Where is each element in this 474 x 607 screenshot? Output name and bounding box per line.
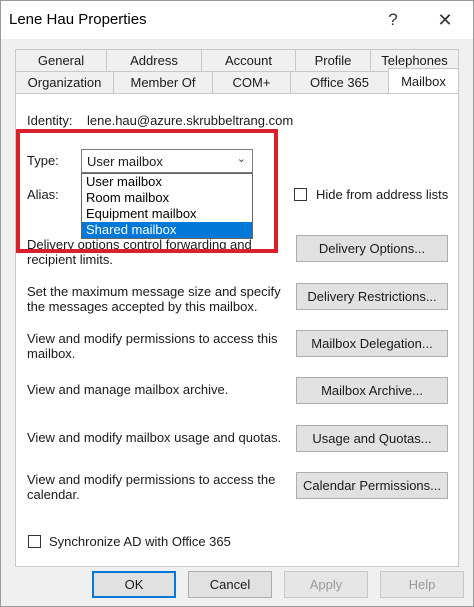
- ok-button[interactable]: OK: [92, 571, 176, 598]
- tab-address[interactable]: Address: [106, 49, 202, 71]
- type-selected-value: User mailbox: [87, 154, 163, 169]
- window-title: Lene Hau Properties: [9, 11, 147, 28]
- identity-value: lene.hau@azure.skrubbeltrang.com: [87, 113, 294, 128]
- tab-member-of[interactable]: Member Of: [113, 71, 213, 93]
- title-bar: Lene Hau Properties ? ✕: [1, 1, 473, 39]
- option-shared-mailbox[interactable]: Shared mailbox: [82, 222, 252, 238]
- option-user-mailbox[interactable]: User mailbox: [82, 174, 252, 190]
- tab-mailbox[interactable]: Mailbox: [388, 68, 459, 93]
- close-icon[interactable]: ✕: [431, 7, 459, 33]
- hide-from-address-lists-checkbox[interactable]: [294, 188, 307, 201]
- help-button[interactable]: Help: [380, 571, 464, 598]
- tab-general[interactable]: General: [15, 49, 107, 71]
- delivery-options-button[interactable]: Delivery Options...: [296, 235, 448, 262]
- mailbox-archive-button[interactable]: Mailbox Archive...: [296, 377, 448, 404]
- hide-from-address-lists-label: Hide from address lists: [316, 187, 449, 202]
- type-label: Type:: [27, 153, 59, 168]
- chevron-down-icon[interactable]: ⌄: [237, 152, 246, 165]
- tab-row-2: Organization Member Of COM+ Office 365 M…: [15, 68, 459, 93]
- sync-office365-checkbox[interactable]: [28, 535, 41, 548]
- help-icon[interactable]: ?: [379, 7, 407, 33]
- option-room-mailbox[interactable]: Room mailbox: [82, 190, 252, 206]
- sync-office365-label: Synchronize AD with Office 365: [49, 534, 231, 549]
- mailbox-archive-desc: View and manage mailbox archive.: [27, 382, 229, 397]
- apply-button[interactable]: Apply: [284, 571, 368, 598]
- calendar-permissions-button[interactable]: Calendar Permissions...: [296, 472, 448, 499]
- tab-account[interactable]: Account: [201, 49, 296, 71]
- tab-organization[interactable]: Organization: [15, 71, 114, 93]
- option-equipment-mailbox[interactable]: Equipment mailbox: [82, 206, 252, 222]
- calendar-permissions-desc: View and modify permissions to access th…: [27, 472, 276, 502]
- delivery-restrictions-desc: Set the maximum message size and specify…: [27, 284, 281, 314]
- mailbox-delegation-button[interactable]: Mailbox Delegation...: [296, 330, 448, 357]
- alias-label: Alias:: [27, 187, 59, 202]
- identity-label: Identity:: [27, 113, 73, 128]
- type-combobox[interactable]: User mailbox ⌄: [81, 149, 253, 173]
- tab-office-365[interactable]: Office 365: [290, 71, 389, 93]
- delivery-restrictions-button[interactable]: Delivery Restrictions...: [296, 283, 448, 310]
- cancel-button[interactable]: Cancel: [188, 571, 272, 598]
- usage-quotas-button[interactable]: Usage and Quotas...: [296, 425, 448, 452]
- properties-dialog: Lene Hau Properties ? ✕ General Address …: [0, 0, 474, 607]
- tab-com-plus[interactable]: COM+: [212, 71, 291, 93]
- tab-profile[interactable]: Profile: [295, 49, 371, 71]
- type-dropdown-list: User mailbox Room mailbox Equipment mail…: [81, 173, 253, 239]
- delivery-options-desc: Delivery options control forwarding and …: [27, 237, 252, 267]
- mailbox-delegation-desc: View and modify permissions to access th…: [27, 331, 278, 361]
- usage-quotas-desc: View and modify mailbox usage and quotas…: [27, 430, 282, 445]
